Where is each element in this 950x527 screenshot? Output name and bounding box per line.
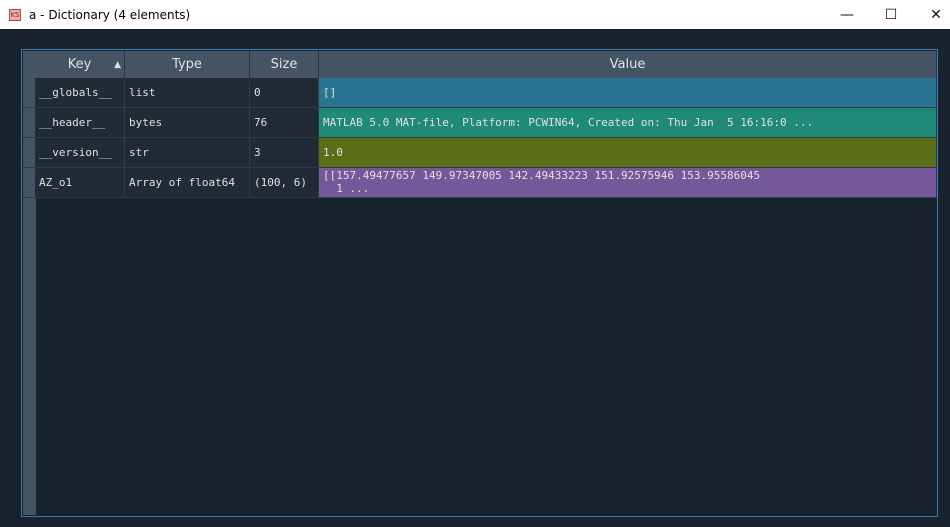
minimize-button[interactable]: — [824,0,870,29]
column-header-type[interactable]: Type [125,51,250,78]
column-header-key[interactable]: Key ▲ [35,51,125,78]
maximize-button[interactable]: ☐ [868,0,914,29]
column-header-value[interactable]: Value [319,51,937,78]
cell-value[interactable]: MATLAB 5.0 MAT-file, Platform: PCWIN64, … [319,108,937,138]
cell-value[interactable]: [] [319,78,937,108]
cell-value[interactable]: 1.0 [319,138,937,168]
cell-key[interactable]: __header__ [35,108,125,138]
window-title: a - Dictionary (4 elements) [29,7,191,22]
cell-key[interactable]: AZ_o1 [35,168,125,198]
dictionary-table: Key ▲ Type Size Value __globals__ list 0[]… [21,49,938,517]
cell-key[interactable]: __globals__ [35,78,125,108]
app-icon: KS [9,8,21,21]
key-label: Key [67,57,92,72]
column-header-size[interactable]: Size [250,51,319,78]
cell-size[interactable]: 0 [250,78,319,108]
cell-type[interactable]: list [125,78,250,108]
cell-type[interactable]: Array of float64 [125,168,250,198]
cell-type[interactable]: bytes [125,108,250,138]
cell-size[interactable]: 76 [250,108,319,138]
close-button[interactable]: ✕ [913,0,950,29]
cell-size[interactable]: (100, 6) [250,168,319,198]
cell-size[interactable]: 3 [250,138,319,168]
sort-ascending-icon: ▲ [114,59,121,70]
cell-value[interactable]: [[157.49477657 149.97347005 142.49433223… [319,168,937,198]
title-bar: KS a - Dictionary (4 elements) — ☐ ✕ [0,0,950,29]
cell-type[interactable]: str [125,138,250,168]
cell-key[interactable]: __version__ [35,138,125,168]
